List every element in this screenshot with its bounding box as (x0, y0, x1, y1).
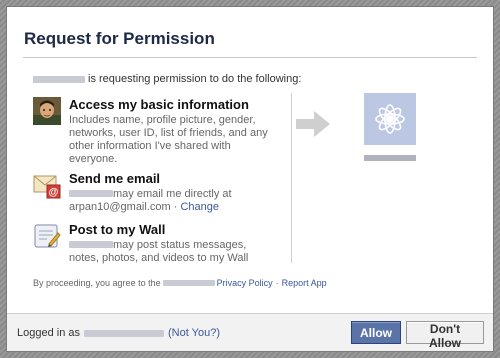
app-name-redacted (33, 75, 85, 83)
email-address: arpan10@gmail.com (69, 201, 171, 213)
permission-title: Send me email (69, 171, 161, 186)
logged-in-line: Logged in as (Not You?) (17, 327, 220, 339)
app-name-redacted (364, 155, 416, 161)
intro-text: is requesting permission to do the follo… (88, 73, 302, 85)
email-icon: @ (33, 171, 61, 199)
app-name-redacted (162, 280, 215, 286)
agreement-prefix: By proceeding, you agree to the (33, 278, 161, 288)
report-app-link[interactable]: Report App (282, 278, 327, 288)
permission-title: Post to my Wall (69, 222, 166, 237)
separator-dot: · (173, 201, 178, 213)
permission-email: @ Send me email may email me directly at… (33, 171, 283, 214)
svg-text:@: @ (49, 187, 59, 198)
user-photo-icon (33, 97, 61, 125)
not-you-link[interactable]: (Not You?) (168, 327, 220, 339)
atom-flower-icon (375, 104, 405, 134)
title-divider (23, 57, 477, 58)
permission-dialog: Request for Permission is requesting per… (6, 6, 494, 352)
permission-description: Includes name, profile picture, gender, … (69, 114, 268, 165)
app-name-redacted (69, 241, 113, 248)
dont-allow-button[interactable]: Don't Allow (406, 321, 484, 350)
permission-title: Access my basic information (69, 97, 249, 112)
change-email-link[interactable]: Change (180, 201, 219, 213)
wall-post-icon (33, 222, 61, 250)
app-name-redacted (69, 190, 113, 197)
email-description-text: may email me directly at (113, 188, 232, 200)
user-name-redacted (84, 329, 164, 337)
arrow-right-icon (296, 111, 330, 142)
app-icon (364, 93, 416, 145)
intro-line: is requesting permission to do the follo… (33, 73, 301, 85)
permission-basic-info: Access my basic information Includes nam… (33, 97, 283, 166)
logged-in-label: Logged in as (17, 327, 80, 339)
agreement-line: By proceeding, you agree to the Privacy … (33, 278, 327, 288)
permission-description: may email me directly at arpan10@gmail.c… (69, 188, 279, 214)
dialog-footer: Logged in as (Not You?) Allow Don't Allo… (7, 313, 493, 351)
permission-description: may post status messages, notes, photos,… (69, 239, 279, 265)
separator-dot: · (275, 278, 279, 288)
privacy-policy-link[interactable]: Privacy Policy (217, 278, 273, 288)
permission-wall-post: Post to my Wall may post status messages… (33, 222, 283, 265)
allow-button[interactable]: Allow (351, 321, 401, 344)
dialog-title: Request for Permission (24, 29, 215, 48)
vertical-divider (291, 93, 292, 263)
